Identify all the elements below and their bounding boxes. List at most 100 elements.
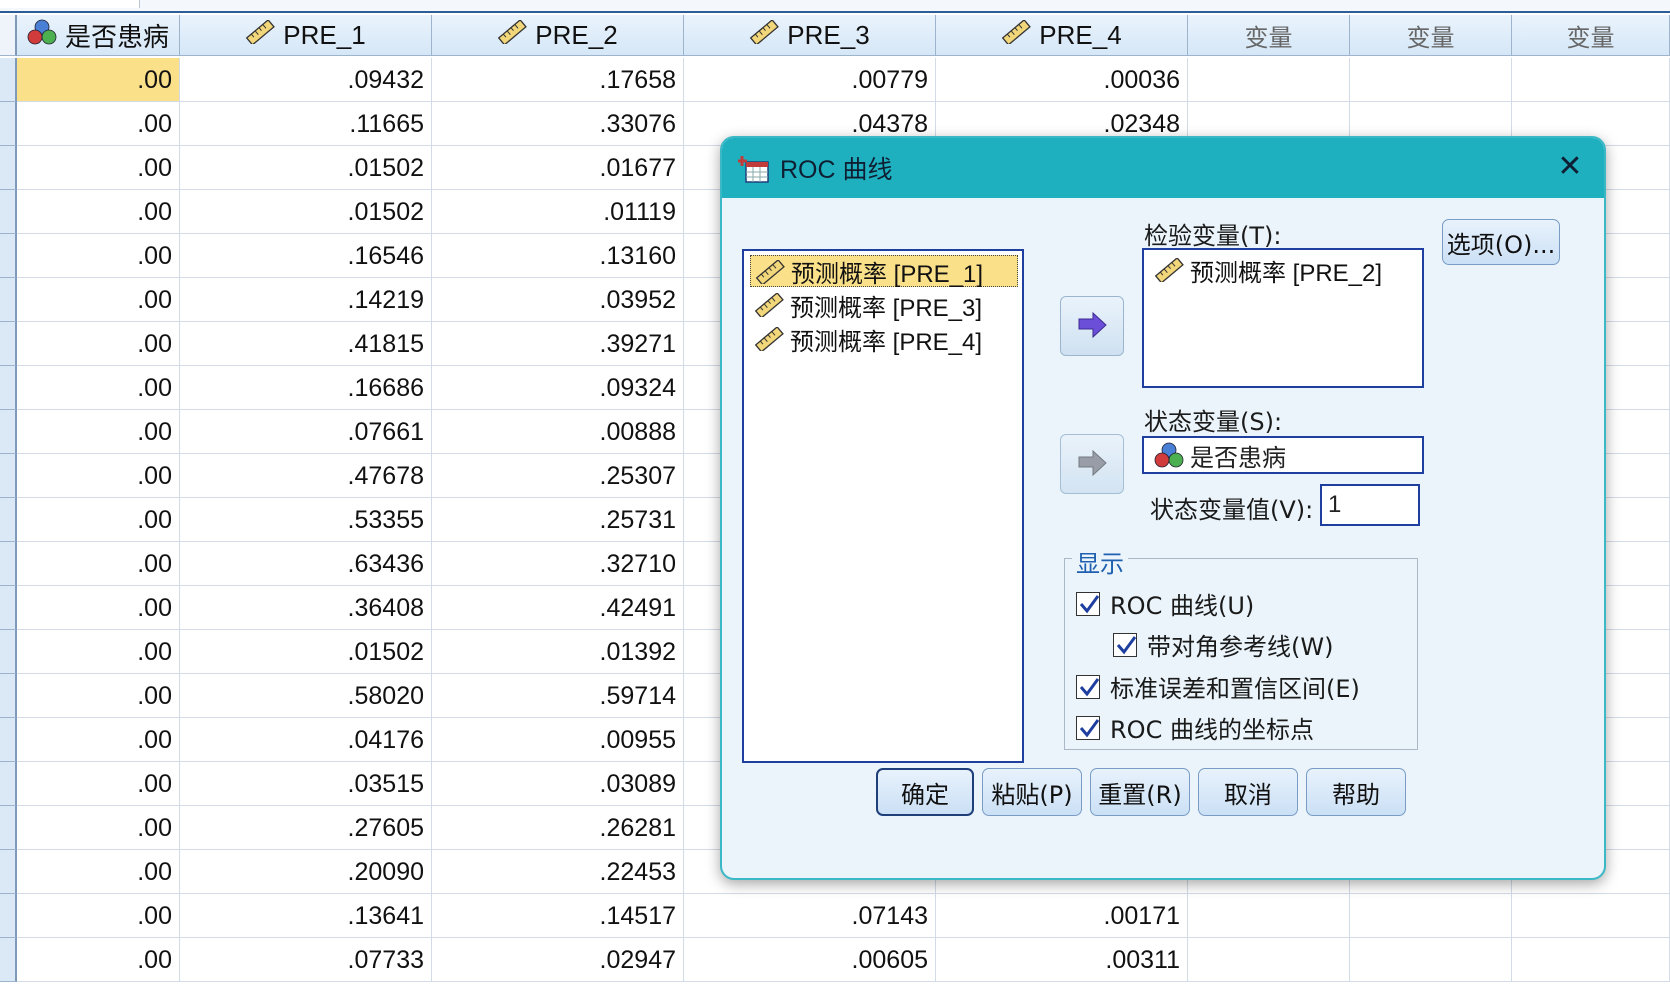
- data-cell[interactable]: [1350, 938, 1512, 982]
- cancel-button[interactable]: 取消: [1198, 768, 1298, 816]
- data-cell[interactable]: .00: [17, 850, 180, 894]
- data-cell[interactable]: .14517: [432, 894, 684, 938]
- row-header[interactable]: [0, 234, 17, 278]
- row-header[interactable]: [0, 806, 17, 850]
- data-cell[interactable]: .00: [17, 410, 180, 454]
- data-cell[interactable]: .00: [17, 102, 180, 146]
- data-cell[interactable]: .00888: [432, 410, 684, 454]
- column-header[interactable]: 变量: [1512, 15, 1670, 56]
- column-header[interactable]: 变量: [1350, 15, 1512, 56]
- data-cell[interactable]: .00955: [432, 718, 684, 762]
- data-cell[interactable]: [1188, 938, 1350, 982]
- data-cell[interactable]: .16686: [180, 366, 432, 410]
- grid-corner[interactable]: [0, 15, 17, 56]
- data-cell[interactable]: .00: [17, 454, 180, 498]
- source-variable-item[interactable]: 预测概率 [PRE_1]: [750, 255, 1018, 288]
- data-cell[interactable]: .13641: [180, 894, 432, 938]
- data-cell[interactable]: .47678: [180, 454, 432, 498]
- row-header[interactable]: [0, 674, 17, 718]
- row-header[interactable]: [0, 410, 17, 454]
- data-cell[interactable]: .20090: [180, 850, 432, 894]
- data-cell[interactable]: [1350, 894, 1512, 938]
- row-header[interactable]: [0, 894, 17, 938]
- data-cell[interactable]: [1188, 58, 1350, 102]
- data-cell[interactable]: .00: [17, 938, 180, 982]
- data-cell[interactable]: [1188, 894, 1350, 938]
- row-header[interactable]: [0, 102, 17, 146]
- source-variable-item[interactable]: 预测概率 [PRE_4]: [750, 323, 988, 356]
- column-header[interactable]: 变量: [1188, 15, 1350, 56]
- data-cell[interactable]: .17658: [432, 58, 684, 102]
- help-button[interactable]: 帮助: [1306, 768, 1406, 816]
- data-cell[interactable]: .09432: [180, 58, 432, 102]
- data-cell[interactable]: .03515: [180, 762, 432, 806]
- row-header[interactable]: [0, 762, 17, 806]
- row-header[interactable]: [0, 938, 17, 982]
- data-cell[interactable]: .09324: [432, 366, 684, 410]
- column-header[interactable]: PRE_4: [936, 15, 1188, 56]
- close-button[interactable]: ✕: [1552, 150, 1588, 186]
- state-value-input[interactable]: 1: [1320, 484, 1420, 526]
- data-cell[interactable]: .00311: [936, 938, 1188, 982]
- data-cell[interactable]: .00: [17, 278, 180, 322]
- data-cell[interactable]: [1512, 894, 1670, 938]
- data-cell[interactable]: .27605: [180, 806, 432, 850]
- data-cell[interactable]: .00: [17, 322, 180, 366]
- data-cell[interactable]: [1512, 58, 1670, 102]
- data-cell[interactable]: .00171: [936, 894, 1188, 938]
- data-cell[interactable]: .11665: [180, 102, 432, 146]
- data-cell[interactable]: .00605: [684, 938, 936, 982]
- data-cell[interactable]: .00: [17, 366, 180, 410]
- data-cell[interactable]: .00779: [684, 58, 936, 102]
- options-button[interactable]: 选项(O)...: [1442, 219, 1560, 265]
- data-cell[interactable]: .41815: [180, 322, 432, 366]
- row-header[interactable]: [0, 322, 17, 366]
- data-cell[interactable]: .53355: [180, 498, 432, 542]
- data-cell[interactable]: .00: [17, 806, 180, 850]
- data-cell[interactable]: .00: [17, 234, 180, 278]
- roc-curve-checkbox[interactable]: ROC 曲线(U): [1076, 586, 1254, 621]
- data-cell[interactable]: .00: [17, 542, 180, 586]
- cell-reference-box[interactable]: [0, 0, 140, 8]
- data-cell[interactable]: .00: [17, 190, 180, 234]
- data-cell[interactable]: .00: [17, 894, 180, 938]
- state-variable-field[interactable]: 是否患病: [1142, 436, 1424, 474]
- data-cell[interactable]: .02947: [432, 938, 684, 982]
- data-cell[interactable]: .04176: [180, 718, 432, 762]
- data-cell[interactable]: .00: [17, 718, 180, 762]
- row-header[interactable]: [0, 146, 17, 190]
- column-header[interactable]: 是否患病: [17, 15, 180, 56]
- data-cell[interactable]: .25731: [432, 498, 684, 542]
- data-cell[interactable]: .33076: [432, 102, 684, 146]
- data-cell[interactable]: .03952: [432, 278, 684, 322]
- row-header[interactable]: [0, 454, 17, 498]
- data-cell[interactable]: .13160: [432, 234, 684, 278]
- data-cell[interactable]: .14219: [180, 278, 432, 322]
- row-header[interactable]: [0, 630, 17, 674]
- data-cell[interactable]: .00: [17, 674, 180, 718]
- source-variable-item[interactable]: 预测概率 [PRE_3]: [750, 289, 988, 322]
- row-header[interactable]: [0, 190, 17, 234]
- row-header[interactable]: [0, 498, 17, 542]
- row-header[interactable]: [0, 850, 17, 894]
- data-cell[interactable]: .01119: [432, 190, 684, 234]
- row-header[interactable]: [0, 366, 17, 410]
- data-cell[interactable]: .00: [17, 630, 180, 674]
- data-cell[interactable]: .32710: [432, 542, 684, 586]
- data-cell[interactable]: .59714: [432, 674, 684, 718]
- data-cell[interactable]: [1512, 938, 1670, 982]
- paste-button[interactable]: 粘贴(P): [982, 768, 1082, 816]
- data-cell[interactable]: .03089: [432, 762, 684, 806]
- column-header[interactable]: PRE_2: [432, 15, 684, 56]
- data-cell[interactable]: .07661: [180, 410, 432, 454]
- row-header[interactable]: [0, 542, 17, 586]
- row-header[interactable]: [0, 58, 17, 102]
- column-header[interactable]: PRE_1: [180, 15, 432, 56]
- data-cell[interactable]: .01392: [432, 630, 684, 674]
- data-cell[interactable]: .07143: [684, 894, 936, 938]
- dialog-title-bar[interactable]: ROC 曲线 ✕: [722, 138, 1604, 198]
- move-to-test-variable-button[interactable]: [1060, 296, 1124, 356]
- data-cell[interactable]: .00: [17, 146, 180, 190]
- reset-button[interactable]: 重置(R): [1090, 768, 1190, 816]
- data-cell[interactable]: .00: [17, 762, 180, 806]
